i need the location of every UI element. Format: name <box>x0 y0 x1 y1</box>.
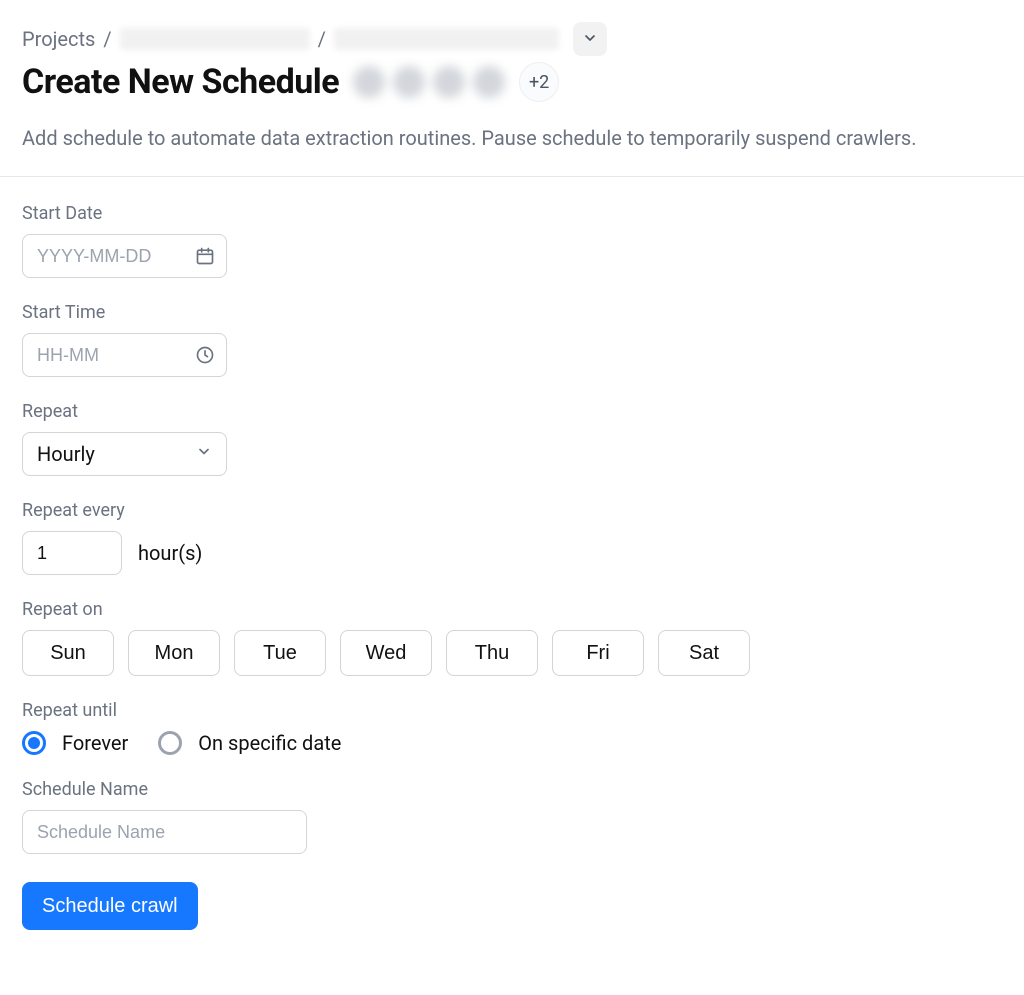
radio-icon <box>158 731 182 755</box>
schedule-crawl-button[interactable]: Schedule crawl <box>22 882 198 930</box>
collaborator-avatars <box>353 66 505 98</box>
repeat-until-forever-radio[interactable]: Forever <box>22 731 128 755</box>
schedule-name-input[interactable] <box>22 810 307 854</box>
day-toggle-mon[interactable]: Mon <box>128 630 220 676</box>
repeat-until-forever-label: Forever <box>62 731 128 755</box>
avatar <box>393 66 425 98</box>
day-toggle-wed[interactable]: Wed <box>340 630 432 676</box>
breadcrumb-item-redacted-1[interactable] <box>120 28 310 50</box>
page-title: Create New Schedule <box>22 62 339 102</box>
repeat-label: Repeat <box>22 401 1002 422</box>
chevron-down-icon <box>196 444 212 465</box>
day-toggle-sun[interactable]: Sun <box>22 630 114 676</box>
repeat-until-specific-label: On specific date <box>198 731 341 755</box>
breadcrumb-item-redacted-2[interactable] <box>334 28 559 50</box>
repeat-every-input[interactable] <box>22 531 122 575</box>
repeat-every-label: Repeat every <box>22 500 1002 521</box>
avatar <box>473 66 505 98</box>
avatar <box>433 66 465 98</box>
day-toggle-sat[interactable]: Sat <box>658 630 750 676</box>
breadcrumb-dropdown-button[interactable] <box>573 22 607 56</box>
collaborator-overflow-badge[interactable]: +2 <box>519 62 559 102</box>
radio-icon <box>22 731 46 755</box>
breadcrumb: Projects / / <box>22 22 1002 56</box>
clock-icon <box>195 345 215 365</box>
start-date-label: Start Date <box>22 203 1002 224</box>
chevron-down-icon <box>582 27 598 51</box>
day-toggle-fri[interactable]: Fri <box>552 630 644 676</box>
day-toggle-tue[interactable]: Tue <box>234 630 326 676</box>
repeat-on-label: Repeat on <box>22 599 1002 620</box>
avatar <box>353 66 385 98</box>
repeat-every-unit: hour(s) <box>138 541 202 565</box>
day-toggle-thu[interactable]: Thu <box>446 630 538 676</box>
repeat-select[interactable]: Hourly <box>22 432 227 476</box>
repeat-until-specific-date-radio[interactable]: On specific date <box>158 731 341 755</box>
breadcrumb-separator: / <box>103 27 111 51</box>
repeat-selected-value: Hourly <box>37 442 95 466</box>
start-time-label: Start Time <box>22 302 1002 323</box>
schedule-name-label: Schedule Name <box>22 779 1002 800</box>
repeat-until-label: Repeat until <box>22 700 1002 721</box>
calendar-icon <box>195 246 215 266</box>
breadcrumb-separator: / <box>318 27 326 51</box>
breadcrumb-root[interactable]: Projects <box>22 27 95 51</box>
page-subtitle: Add schedule to automate data extraction… <box>22 124 1002 152</box>
schedule-form: Start Date Start Time <box>22 177 1002 930</box>
